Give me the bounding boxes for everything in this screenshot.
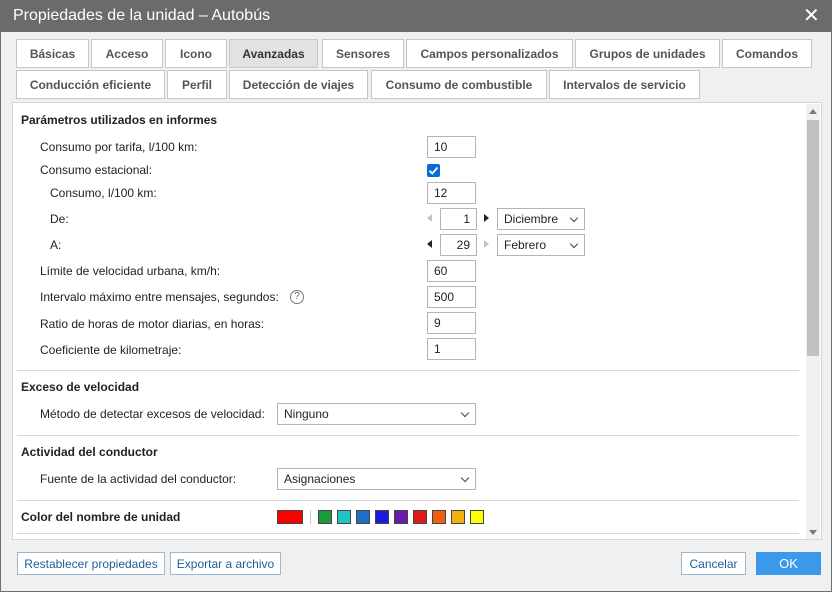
- tab-campos-personalizados[interactable]: Campos personalizados: [406, 39, 573, 68]
- section-divider: [17, 435, 799, 436]
- to-day-increment-icon[interactable]: [484, 240, 489, 248]
- section-title-speeding: Exceso de velocidad: [21, 380, 140, 394]
- engine-hours-input[interactable]: 9: [427, 312, 476, 334]
- tab-intervalos-de-servicio[interactable]: Intervalos de servicio: [549, 70, 700, 99]
- max-interval-label: Intervalo máximo entre mensajes, segundo…: [40, 290, 279, 304]
- color-swatch[interactable]: [470, 510, 484, 524]
- section-divider: [17, 533, 799, 534]
- from-month-select[interactable]: Diciembre: [497, 208, 585, 230]
- to-month-value: Febrero: [504, 238, 547, 252]
- tab-deteccion-de-viajes[interactable]: Detección de viajes: [229, 70, 368, 99]
- from-day-input[interactable]: 1: [440, 208, 477, 230]
- speeding-method-select[interactable]: Ninguno: [277, 403, 476, 425]
- title-bar: Propiedades de la unidad – Autobús ✕: [1, 1, 831, 32]
- color-swatch[interactable]: [375, 510, 389, 524]
- section-divider: [17, 370, 799, 371]
- driver-activity-source-select[interactable]: Asignaciones: [277, 468, 476, 490]
- tab-comandos[interactable]: Comandos: [722, 39, 812, 68]
- from-day-decrement-icon[interactable]: [427, 214, 432, 222]
- tab-grupos-de-unidades[interactable]: Grupos de unidades: [575, 39, 720, 68]
- selected-color-swatch[interactable]: [277, 510, 303, 524]
- tab-avanzadas[interactable]: Avanzadas: [229, 39, 318, 68]
- chevron-down-icon: [460, 408, 470, 418]
- seasonal-consumption-value-label: Consumo, l/100 km:: [50, 186, 157, 200]
- advanced-settings-panel: Parámetros utilizados en informes Consum…: [12, 102, 822, 540]
- dialog-title: Propiedades de la unidad – Autobús: [13, 7, 271, 24]
- tab-sensores[interactable]: Sensores: [322, 39, 404, 68]
- to-day-input[interactable]: 29: [440, 234, 477, 256]
- seasonal-consumption-label: Consumo estacional:: [40, 163, 153, 177]
- tab-perfil[interactable]: Perfil: [167, 70, 227, 99]
- speeding-method-label: Método de detectar excesos de velocidad:: [40, 407, 265, 421]
- tab-conduccion-eficiente[interactable]: Conducción eficiente: [16, 70, 165, 99]
- vertical-scrollbar[interactable]: [806, 104, 820, 539]
- chevron-down-icon: [569, 239, 579, 249]
- tab-acceso[interactable]: Acceso: [91, 39, 163, 68]
- section-title-report-params: Parámetros utilizados en informes: [21, 113, 218, 127]
- ok-button[interactable]: OK: [756, 552, 821, 575]
- max-interval-input[interactable]: 500: [427, 286, 476, 308]
- section-divider: [17, 500, 799, 501]
- scroll-down-icon[interactable]: [809, 530, 817, 535]
- color-swatch[interactable]: [356, 510, 370, 524]
- tab-icono[interactable]: Icono: [165, 39, 227, 68]
- chevron-down-icon: [460, 473, 470, 483]
- swatch-divider: [310, 510, 311, 524]
- to-label: A:: [50, 238, 62, 252]
- from-month-value: Diciembre: [504, 212, 559, 226]
- engine-hours-label: Ratio de horas de motor diarias, en hora…: [40, 317, 265, 331]
- mileage-coefficient-label: Coeficiente de kilometraje:: [40, 343, 182, 357]
- driver-activity-source-value: Asignaciones: [284, 472, 356, 486]
- to-month-select[interactable]: Febrero: [497, 234, 585, 256]
- chevron-down-icon: [569, 213, 579, 223]
- section-title-driver-activity: Actividad del conductor: [21, 445, 158, 459]
- consumption-input[interactable]: 10: [427, 136, 476, 158]
- from-day-increment-icon[interactable]: [484, 214, 489, 222]
- cancel-button[interactable]: Cancelar: [681, 552, 746, 575]
- color-swatch[interactable]: [413, 510, 427, 524]
- help-icon[interactable]: ?: [290, 290, 304, 304]
- from-label: De:: [50, 212, 69, 226]
- section-title-unit-name-color: Color del nombre de unidad: [21, 510, 181, 524]
- color-swatch[interactable]: [337, 510, 351, 524]
- tab-consumo-de-combustible[interactable]: Consumo de combustible: [371, 70, 547, 99]
- scrollbar-thumb[interactable]: [807, 120, 819, 356]
- to-day-decrement-icon[interactable]: [427, 240, 432, 248]
- seasonal-consumption-checkbox[interactable]: [427, 164, 440, 177]
- scroll-up-icon[interactable]: [809, 109, 817, 114]
- urban-speed-input[interactable]: 60: [427, 260, 476, 282]
- export-to-file-button[interactable]: Exportar a archivo: [170, 552, 281, 575]
- seasonal-consumption-input[interactable]: 12: [427, 182, 476, 204]
- color-swatch[interactable]: [394, 510, 408, 524]
- close-icon[interactable]: ✕: [803, 6, 820, 26]
- driver-activity-source-label: Fuente de la actividad del conductor:: [40, 472, 237, 486]
- mileage-coefficient-input[interactable]: 1: [427, 338, 476, 360]
- color-swatch[interactable]: [451, 510, 465, 524]
- color-swatch[interactable]: [432, 510, 446, 524]
- urban-speed-label: Límite de velocidad urbana, km/h:: [40, 264, 221, 278]
- speeding-method-value: Ninguno: [284, 407, 329, 421]
- color-swatch[interactable]: [318, 510, 332, 524]
- unit-properties-dialog: Propiedades de la unidad – Autobús ✕ Bás…: [0, 0, 832, 592]
- tab-basicas[interactable]: Básicas: [16, 39, 89, 68]
- checkmark-icon: [428, 166, 439, 175]
- reset-properties-button[interactable]: Restablecer propiedades: [17, 552, 165, 575]
- consumption-label: Consumo por tarifa, l/100 km:: [40, 140, 198, 154]
